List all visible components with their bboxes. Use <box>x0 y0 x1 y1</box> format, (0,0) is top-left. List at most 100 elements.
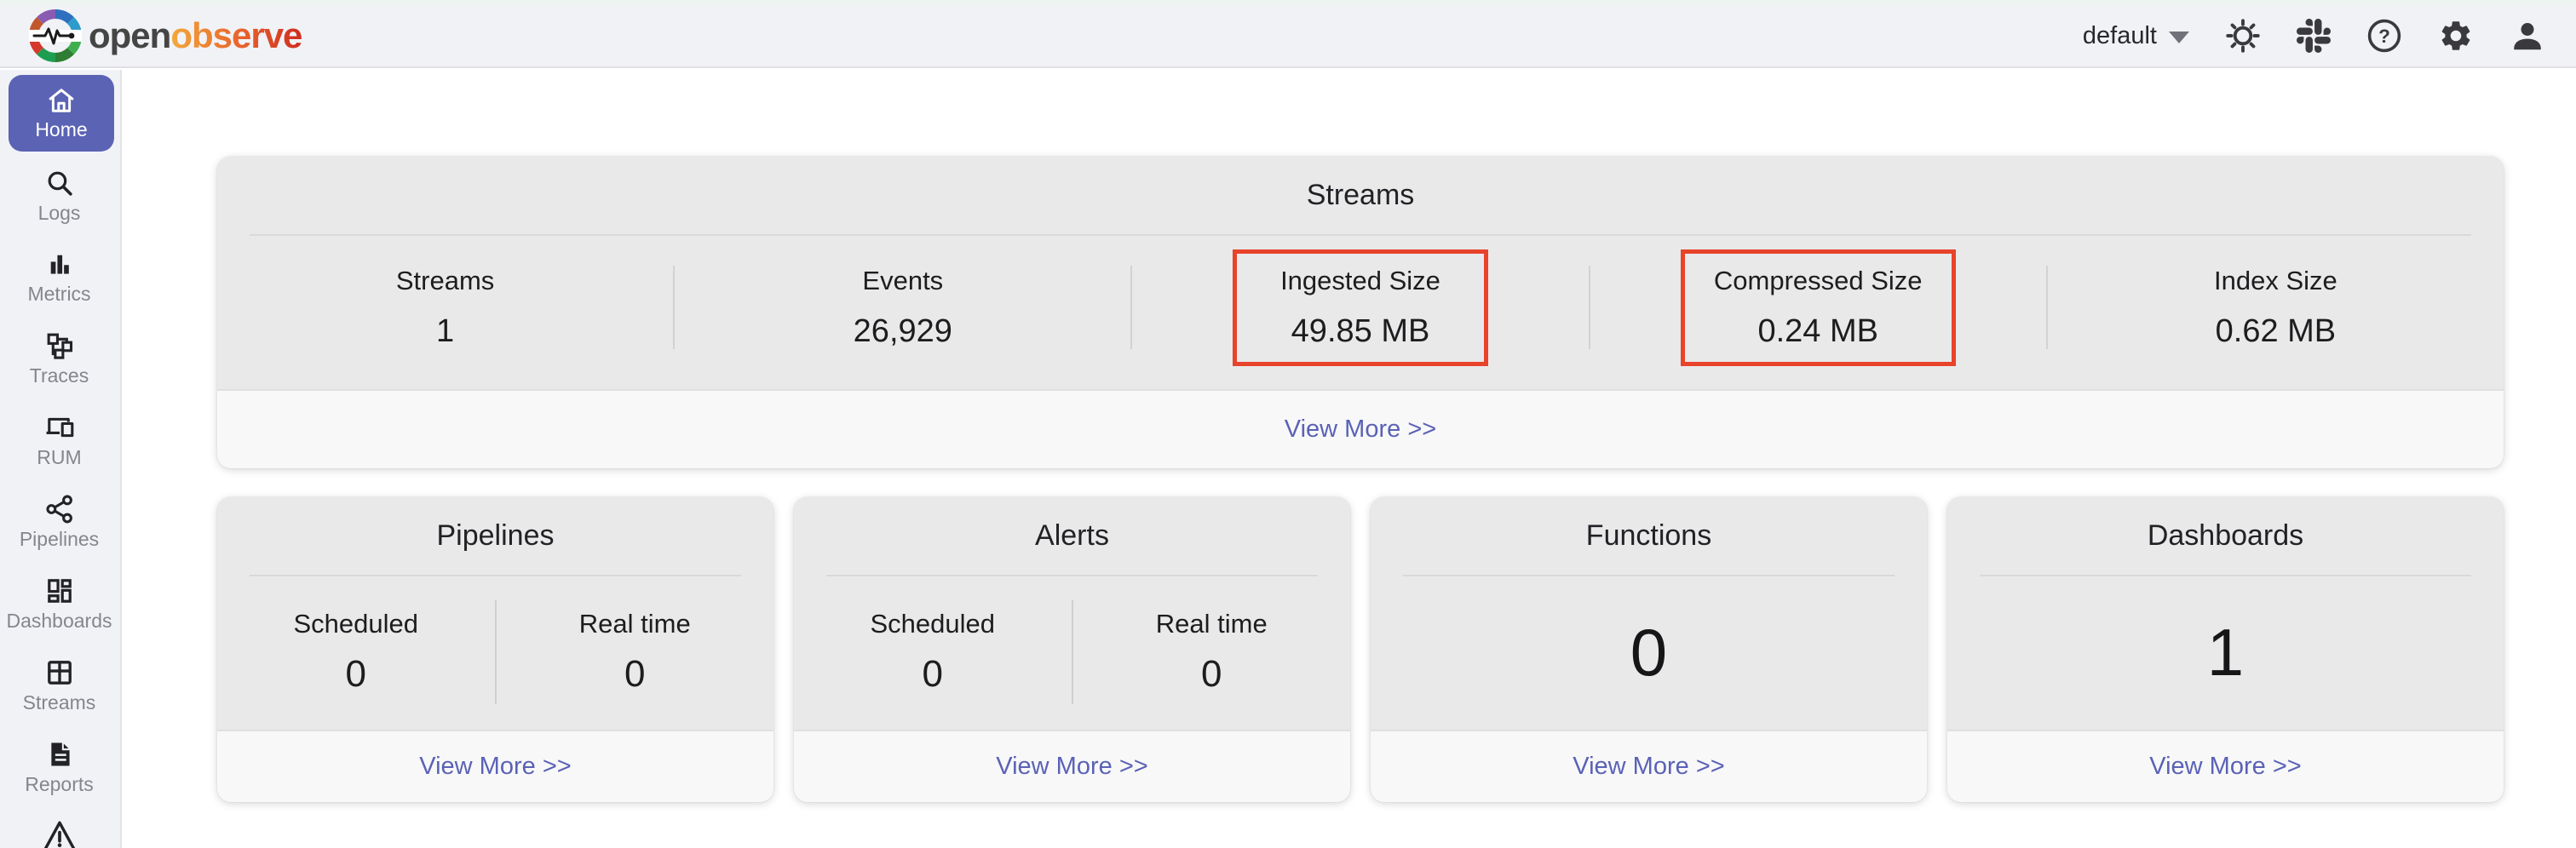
sidebar-item-label: Home <box>35 119 87 140</box>
stat-compressed-size: Compressed Size 0.24 MB <box>1590 249 2046 366</box>
organization-selector-value: default <box>2083 22 2157 50</box>
stat-label: Ingested Size <box>1280 266 1440 296</box>
slack-icon <box>2297 19 2331 53</box>
warning-triangle-icon <box>43 819 77 848</box>
settings-button[interactable] <box>2438 18 2474 54</box>
pipelines-card: Pipelines Scheduled 0 Real time 0 View M… <box>217 497 773 802</box>
profile-icon <box>2510 18 2545 54</box>
functions-count: 0 <box>1371 580 1927 725</box>
alerts-scheduled-stat: Scheduled 0 <box>794 609 1072 696</box>
help-button[interactable]: ? <box>2366 18 2402 54</box>
light-mode-icon <box>2225 18 2261 54</box>
app-logo-text: openobserve <box>89 18 302 54</box>
home-icon <box>46 85 77 116</box>
functions-card-title: Functions <box>1371 497 1927 553</box>
divider <box>826 575 1318 576</box>
profile-button[interactable] <box>2510 18 2545 54</box>
sidebar-item-label: Dashboards <box>6 610 112 632</box>
share-icon <box>44 494 75 524</box>
sidebar-item-traces[interactable]: Traces <box>0 330 118 387</box>
sidebar-item-logs[interactable]: Logs <box>0 168 118 224</box>
stat-value: 0 <box>1201 653 1222 696</box>
dashboards-view-more[interactable]: View More >> <box>1947 730 2504 802</box>
stat-label: Events <box>862 266 943 296</box>
highlight-box-ingested-size: Ingested Size 49.85 MB <box>1233 249 1488 366</box>
table-grid-icon <box>44 657 75 688</box>
organization-selector[interactable]: default <box>2083 22 2189 50</box>
sidebar-item-label: Traces <box>30 365 89 387</box>
settings-gear-icon <box>2438 18 2474 54</box>
stat-index-size: Index Size 0.62 MB <box>2048 249 2504 366</box>
top-bar: openobserve default <box>0 5 2576 68</box>
stat-value: 49.85 MB <box>1291 313 1430 350</box>
view-more-link[interactable]: View More >> <box>2149 753 2301 781</box>
stat-value: 0.62 MB <box>2216 313 2337 350</box>
logo-text-observe: observe <box>170 15 302 55</box>
streams-view-more[interactable]: View More >> <box>217 389 2504 468</box>
theme-toggle-button[interactable] <box>2225 18 2261 54</box>
slack-link-button[interactable] <box>2297 19 2331 53</box>
stat-value: 1 <box>436 313 454 350</box>
sidebar-item-home[interactable]: Home <box>9 75 114 152</box>
alerts-card-title: Alerts <box>794 497 1350 553</box>
sidebar-item-alerts[interactable] <box>0 819 118 848</box>
help-icon: ? <box>2366 18 2402 54</box>
document-icon <box>44 739 75 770</box>
chevron-down-icon <box>2169 32 2189 43</box>
alerts-view-more[interactable]: View More >> <box>794 730 1350 802</box>
stat-value: 0 <box>624 653 645 696</box>
search-icon <box>44 168 75 198</box>
streams-stats-row: Streams 1 Events 26,929 Ingested Size 49… <box>217 238 2504 377</box>
pipelines-realtime-stat: Real time 0 <box>497 609 774 696</box>
svg-text:?: ? <box>2378 26 2390 47</box>
sidebar-item-reports[interactable]: Reports <box>0 739 118 795</box>
sidebar-nav: Home Logs Metrics Trace <box>0 70 122 848</box>
dashboard-grid-icon <box>44 576 75 606</box>
sidebar-item-dashboards[interactable]: Dashboards <box>0 576 118 632</box>
sidebar-item-label: Reports <box>25 774 94 795</box>
streams-card-title: Streams <box>217 157 2504 212</box>
stat-value: 0 <box>923 653 943 696</box>
view-more-link[interactable]: View More >> <box>1285 415 1436 444</box>
sidebar-item-pipelines[interactable]: Pipelines <box>0 494 118 550</box>
stat-events: Events 26,929 <box>675 249 1130 366</box>
main-content: Streams Streams 1 Events 26,929 Ingested… <box>124 70 2576 848</box>
sidebar-item-label: Logs <box>38 203 81 224</box>
bar-chart-icon <box>44 249 75 279</box>
divider <box>1403 575 1895 576</box>
divider <box>250 234 2471 236</box>
sidebar-item-label: Metrics <box>27 284 90 305</box>
sidebar-item-label: RUM <box>37 447 81 468</box>
pipelines-view-more[interactable]: View More >> <box>217 730 773 802</box>
view-more-link[interactable]: View More >> <box>996 753 1147 781</box>
view-more-link[interactable]: View More >> <box>1573 753 1724 781</box>
functions-card: Functions 0 View More >> <box>1371 497 1927 802</box>
divider <box>250 575 741 576</box>
openobserve-ring-icon <box>29 9 82 62</box>
stat-label: Streams <box>396 266 494 296</box>
highlight-box-compressed-size: Compressed Size 0.24 MB <box>1681 249 1956 366</box>
dashboards-card: Dashboards 1 View More >> <box>1947 497 2504 802</box>
alerts-realtime-stat: Real time 0 <box>1073 609 1351 696</box>
stat-value: 26,929 <box>854 313 952 350</box>
stat-streams: Streams 1 <box>217 249 673 366</box>
view-more-link[interactable]: View More >> <box>419 753 571 781</box>
header-actions: default <box>2083 18 2545 54</box>
sidebar-item-streams[interactable]: Streams <box>0 657 118 713</box>
stat-label: Index Size <box>2214 266 2337 296</box>
stat-label: Scheduled <box>293 609 418 639</box>
devices-icon <box>44 412 75 443</box>
stat-ingested-size: Ingested Size 49.85 MB <box>1132 249 1588 366</box>
stat-label: Compressed Size <box>1714 266 1923 296</box>
sidebar-item-label: Streams <box>23 692 96 713</box>
pipelines-card-title: Pipelines <box>217 497 773 553</box>
sidebar-item-rum[interactable]: RUM <box>0 412 118 468</box>
sidebar-item-metrics[interactable]: Metrics <box>0 249 118 305</box>
stat-label: Real time <box>579 609 691 639</box>
stat-label: Real time <box>1156 609 1268 639</box>
stat-value: 0.24 MB <box>1757 313 1878 350</box>
dashboards-count: 1 <box>1947 580 2504 725</box>
divider <box>1980 575 2471 576</box>
sidebar-item-label: Pipelines <box>20 529 99 550</box>
functions-view-more[interactable]: View More >> <box>1371 730 1927 802</box>
